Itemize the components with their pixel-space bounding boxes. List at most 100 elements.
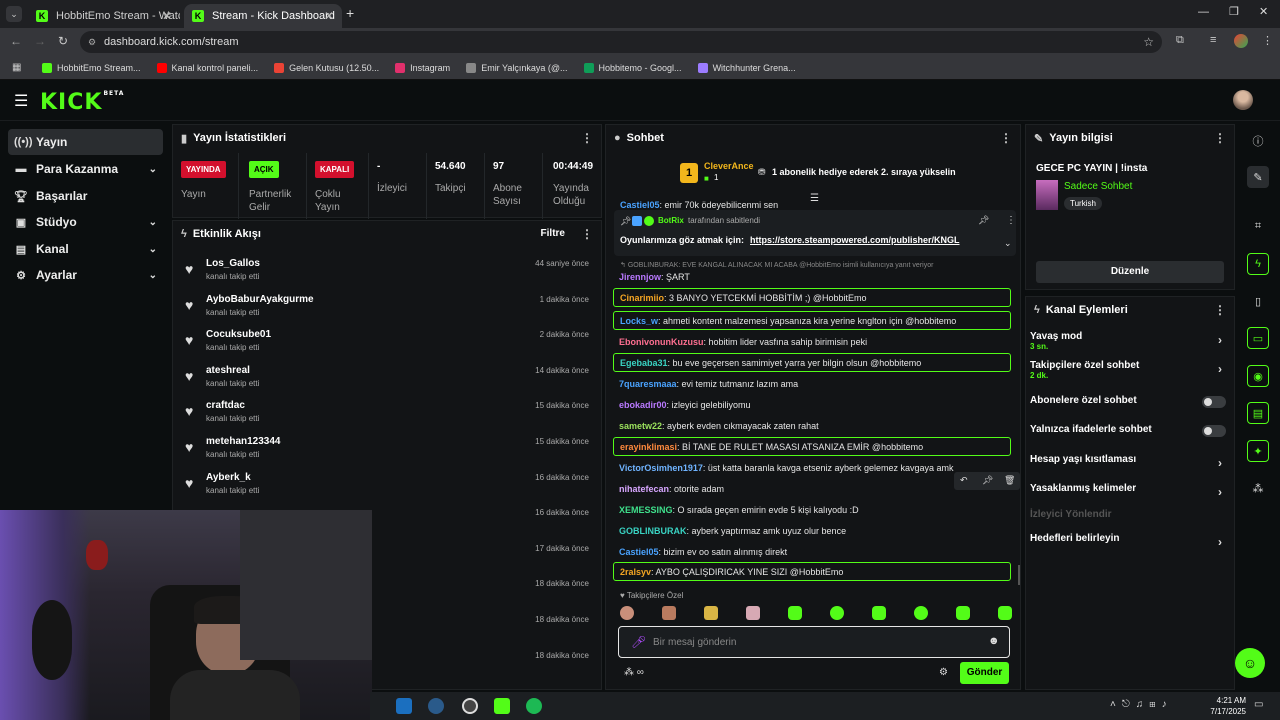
- bookmark-item[interactable]: Instagram: [389, 62, 456, 73]
- bookmark-item[interactable]: Witchhunter Grena...: [692, 62, 802, 73]
- close-icon[interactable]: ✕: [162, 9, 172, 23]
- kebab-menu-icon[interactable]: ⋮: [1000, 131, 1012, 145]
- kebab-menu-icon[interactable]: ⋮: [1006, 215, 1016, 226]
- help-fab-icon[interactable]: ☺: [1235, 648, 1265, 678]
- chat-message[interactable]: ebokadir00: izleyici gelebiliyomu: [613, 395, 1011, 414]
- chat-username[interactable]: Castiel05: [619, 547, 659, 557]
- obs-icon[interactable]: [462, 698, 478, 714]
- activity-user[interactable]: craftdac: [206, 400, 245, 411]
- kebab-menu-icon[interactable]: ⋮: [1214, 131, 1226, 145]
- chat-message[interactable]: 2ralsyv: AYBO ÇALIŞDIRICAK YINE SIZI @Ho…: [613, 562, 1011, 581]
- clock-time[interactable]: 4:21 AM: [1204, 696, 1246, 705]
- gear-icon[interactable]: ⚙: [939, 667, 948, 678]
- sidebar-item-para-kazanma[interactable]: ▬ Para Kazanma ⌄: [8, 156, 163, 182]
- browser-menu-icon[interactable]: ⋮: [1262, 34, 1273, 47]
- address-bar[interactable]: ⚙ dashboard.kick.com/stream ☆: [80, 31, 1162, 53]
- chat-username[interactable]: nihatefecan: [619, 484, 669, 494]
- bookmark-item[interactable]: Hobbitemo - Googl...: [578, 62, 688, 73]
- sidebar-item-yayin[interactable]: ((•)) Yayın: [8, 129, 163, 155]
- chat-username[interactable]: XEMESSING: [619, 505, 673, 515]
- chat-username[interactable]: Locks_w: [620, 316, 658, 326]
- cards-icon[interactable]: ▤: [1247, 402, 1269, 424]
- toggle-switch[interactable]: [1202, 396, 1226, 408]
- users-icon[interactable]: ⁂: [1247, 477, 1269, 499]
- media-icon[interactable]: ≡: [1210, 34, 1216, 46]
- bookmark-item[interactable]: Emir Yalçınkaya (@...: [460, 62, 573, 73]
- channel-action-item[interactable]: Takipçilere özel sohbet 2 dk. ›: [1030, 360, 1226, 380]
- chat-message[interactable]: Cinarimiio: 3 BANYO YETCEKMİ HOBBİTİM ;)…: [613, 288, 1011, 307]
- chat-message[interactable]: XEMESSING: O sırada geçen emirin evde 5 …: [613, 500, 1011, 519]
- chat-username[interactable]: 7quaresmaaa: [619, 379, 677, 389]
- chat-message[interactable]: nihatefecan: otorite adam: [613, 479, 1011, 498]
- profile-icon[interactable]: [1234, 34, 1248, 48]
- restore-icon[interactable]: ❐: [1229, 5, 1239, 18]
- emote[interactable]: [998, 606, 1012, 620]
- chat-message[interactable]: sametw22: ayberk evden cıkmayacak zaten …: [613, 416, 1011, 435]
- minimize-icon[interactable]: —: [1198, 6, 1209, 18]
- chat-message[interactable]: 7quaresmaaa: evi temiz tutmanız lazım am…: [613, 374, 1011, 393]
- chat-username[interactable]: Cinarimiio: [620, 293, 664, 303]
- clock-date[interactable]: 7/17/2025: [1196, 707, 1246, 716]
- activity-user[interactable]: AyboBaburAyakgurme: [206, 294, 314, 305]
- emote[interactable]: [956, 606, 970, 620]
- edit-button[interactable]: Düzenle: [1036, 261, 1224, 283]
- chat-message[interactable]: EbonivonunKuzusu: hobitim lider vasfına …: [613, 332, 1011, 351]
- chevron-right-icon[interactable]: ›: [1218, 362, 1222, 376]
- tab-search-button[interactable]: ⌄: [6, 6, 22, 22]
- broadcast-icon[interactable]: ◉: [1247, 365, 1269, 387]
- pinned-by-user[interactable]: BotRix: [658, 216, 684, 225]
- kebab-menu-icon[interactable]: ⋮: [581, 131, 593, 145]
- chat-message[interactable]: GOBLINBURAK: ayberk yaptırmaz amk uyuz o…: [613, 521, 1011, 540]
- channel-action-item[interactable]: Hesap yaşı kısıtlaması ›: [1030, 454, 1226, 470]
- screenshot-icon[interactable]: ⌗: [1247, 215, 1269, 237]
- chevron-right-icon[interactable]: ›: [1218, 333, 1222, 347]
- chat-message[interactable]: Castiel05: bizim ev oo satın alınmış dir…: [613, 542, 1011, 561]
- chat-username[interactable]: VictorOsimhen1917: [619, 463, 703, 473]
- hamburger-menu-icon[interactable]: ☰: [14, 91, 28, 111]
- chat-username[interactable]: EbonivonunKuzusu: [619, 337, 704, 347]
- apps-grid-icon[interactable]: ▦: [12, 62, 21, 73]
- emoji-icon[interactable]: ☻: [988, 635, 1000, 647]
- channel-action-item[interactable]: Abonelere özel sohbet: [1030, 395, 1226, 408]
- chat-username[interactable]: Castiel05: [620, 200, 660, 210]
- document-icon[interactable]: ▯: [1247, 290, 1269, 312]
- chat-icon[interactable]: ▭: [1247, 327, 1269, 349]
- chat-input-box[interactable]: 🎤︎ Bir mesaj gönderin ☻: [618, 626, 1010, 658]
- chat-message[interactable]: VictorOsimhen1917: üst katta baranla kav…: [613, 458, 1011, 477]
- chevron-right-icon[interactable]: ›: [1218, 485, 1222, 499]
- toggle-switch[interactable]: [1202, 425, 1226, 437]
- activity-user[interactable]: Los_Gallos: [206, 258, 260, 269]
- channel-action-item[interactable]: Yasaklanmış kelimeler ›: [1030, 483, 1226, 499]
- chat-message[interactable]: Egebaba31: bu eve geçersen samimiyet yar…: [613, 353, 1011, 372]
- bookmark-star-icon[interactable]: ☆: [1143, 35, 1154, 49]
- kebab-menu-icon[interactable]: ⋮: [1214, 303, 1226, 317]
- back-icon[interactable]: ←: [10, 34, 22, 48]
- sidebar-item-ayarlar[interactable]: ⚙ Ayarlar ⌄: [8, 262, 163, 288]
- chat-username[interactable]: erayinklimasi: [620, 442, 677, 452]
- sidebar-item-studyo[interactable]: ▣ Stüdyo ⌄: [8, 209, 163, 235]
- tray-icons[interactable]: ˄⎋♫⊞♪: [1110, 699, 1173, 710]
- emote[interactable]: [620, 606, 634, 620]
- pencil-icon[interactable]: ✎: [1247, 166, 1269, 188]
- window-close-icon[interactable]: ✕: [1259, 5, 1268, 18]
- filter-button[interactable]: Filtre: [541, 228, 565, 239]
- chat-username[interactable]: ebokadir00: [619, 400, 667, 410]
- forward-icon[interactable]: →: [34, 34, 46, 48]
- category-name[interactable]: Sadece Sohbet: [1064, 181, 1132, 192]
- chat-username[interactable]: 2ralsyv: [620, 567, 651, 577]
- activity-user[interactable]: Cocuksube01: [206, 329, 271, 340]
- chat-username[interactable]: Jirennjow: [619, 272, 661, 282]
- browser-tab-watch[interactable]: K HobbitEmo Stream - Watch Live ✕: [28, 4, 180, 28]
- microphone-icon[interactable]: 🎤︎: [631, 635, 646, 649]
- emote[interactable]: [872, 606, 886, 620]
- chevron-right-icon[interactable]: ›: [1218, 535, 1222, 549]
- sidebar-item-kanal[interactable]: ▤ Kanal ⌄: [8, 236, 163, 262]
- bookmark-item[interactable]: Kanal kontrol paneli...: [151, 62, 265, 73]
- spotify-icon[interactable]: [526, 698, 542, 714]
- bookmark-item[interactable]: Gelen Kutusu (12.50...: [268, 62, 385, 73]
- browser-tab-dashboard[interactable]: K Stream - Kick Dashboard ✕: [184, 4, 342, 28]
- taskbar-app-icon[interactable]: [396, 698, 412, 714]
- chat-username[interactable]: sametw22: [619, 421, 662, 431]
- extensions-icon[interactable]: ⧉: [1176, 34, 1184, 47]
- emote[interactable]: [662, 606, 676, 620]
